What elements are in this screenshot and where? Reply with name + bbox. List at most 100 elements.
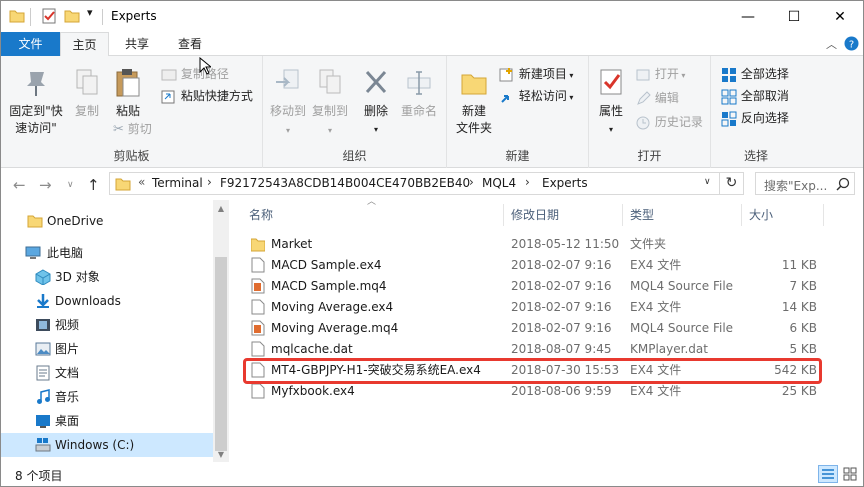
close-button[interactable]: ✕	[817, 1, 863, 32]
list-item[interactable]: MACD Sample.ex4 2018-02-07 9:16 EX4 文件 1…	[245, 255, 823, 276]
list-item[interactable]: Market 2018-05-12 11:50 文件夹	[245, 234, 823, 255]
nav-scroll-thumb[interactable]	[215, 257, 227, 451]
select-all-icon	[722, 67, 736, 82]
file-size: 14 KB	[781, 300, 817, 314]
easy-access-button[interactable]: 轻松访问 ▾	[499, 86, 573, 106]
window-title: Experts	[111, 9, 157, 23]
nav-music[interactable]: 音乐	[1, 385, 213, 409]
move-to-button[interactable]: 移动到 ▾	[267, 68, 309, 139]
list-item[interactable]: mqlcache.dat 2018-08-07 9:45 KMPlayer.da…	[245, 339, 823, 360]
properties-icon[interactable]	[41, 8, 57, 24]
copy-to-button[interactable]: 复制到 ▾	[309, 68, 351, 139]
refresh-icon[interactable]: ↻	[720, 172, 744, 195]
maximize-button[interactable]: ☐	[771, 1, 817, 32]
title-bar: ▾ Experts — ☐ ✕	[1, 1, 863, 32]
paste-button[interactable]: 粘贴	[107, 68, 149, 120]
ribbon-tabs: 文件 主页 共享 查看 ︿ ?	[1, 32, 863, 57]
nav-label: Windows (C:)	[55, 438, 135, 452]
copy-button[interactable]: 复制	[67, 68, 107, 120]
list-item[interactable]: MACD Sample.mq4 2018-02-07 9:16 MQL4 Sou…	[245, 276, 823, 297]
collapse-ribbon-icon[interactable]: ︿	[826, 36, 837, 52]
breadcrumb-chevron-icon[interactable]: ›	[207, 175, 212, 189]
tab-view[interactable]: 查看	[165, 32, 215, 56]
history-button[interactable]: 历史记录	[635, 112, 703, 132]
address-dropdown-icon[interactable]: ∨	[704, 177, 711, 187]
nav-label: 图片	[55, 342, 80, 356]
minimize-button[interactable]: —	[725, 1, 771, 32]
new-folder-button[interactable]: 新建 文件夹	[451, 68, 497, 137]
list-item[interactable]: Moving Average.ex4 2018-02-07 9:16 EX4 文…	[245, 297, 823, 318]
drive-icon	[35, 438, 51, 452]
up-arrow-icon[interactable]: ↑	[87, 176, 100, 194]
list-item[interactable]: Myfxbook.ex4 2018-08-06 9:59 EX4 文件 25 K…	[245, 381, 823, 402]
breadcrumb-overflow[interactable]: «	[138, 175, 145, 189]
paste-shortcut-button[interactable]: 粘贴快捷方式	[161, 86, 253, 106]
back-arrow-icon[interactable]: ←	[13, 176, 26, 194]
select-all-button[interactable]: 全部选择	[721, 64, 789, 84]
cut-label: 剪切	[127, 122, 152, 136]
nav-documents[interactable]: 文档	[1, 361, 213, 385]
history-label: 历史记录	[654, 115, 703, 129]
pin-quick-access-button[interactable]: 固定到"快 速访问"	[5, 68, 67, 137]
open-button[interactable]: 打开 ▾	[635, 64, 685, 84]
search-icon	[836, 177, 850, 191]
cut-button[interactable]: ✂ 剪切	[113, 119, 152, 139]
new-folder-icon[interactable]	[64, 8, 80, 24]
list-item[interactable]: Moving Average.mq4 2018-02-07 9:16 MQL4 …	[245, 318, 823, 339]
edit-button[interactable]: 编辑	[635, 88, 679, 108]
easy-access-label: 轻松访问	[518, 89, 567, 103]
invert-selection-icon	[721, 111, 737, 126]
details-view-button[interactable]	[818, 465, 838, 483]
new-item-button[interactable]: 新建项目 ▾	[499, 64, 573, 84]
nav-label: 音乐	[55, 390, 80, 404]
column-size[interactable]: 大小	[749, 200, 773, 230]
scroll-up-icon[interactable]: ▲	[213, 204, 229, 213]
breadcrumb-terminal-id[interactable]: F92172543A8CDB14B004CE470BB2EB40	[220, 176, 470, 190]
organize-group: 移动到 ▾ 复制到 ▾ 删除 ▾ 重命名 组织	[263, 56, 447, 168]
recent-locations-icon[interactable]: ∨	[67, 180, 74, 190]
nav-scrollbar[interactable]: ▲ ▼	[213, 200, 229, 462]
column-type[interactable]: 类型	[630, 200, 654, 230]
breadcrumb-chevron-icon[interactable]: ›	[469, 175, 474, 189]
paste-shortcut-icon	[161, 90, 175, 103]
nav-windows-c[interactable]: Windows (C:)	[1, 433, 213, 457]
nav-downloads[interactable]: Downloads	[1, 289, 213, 313]
large-icons-view-button[interactable]	[840, 465, 860, 483]
column-name[interactable]: 名称	[249, 200, 273, 230]
search-box[interactable]: 搜索"Exp...	[755, 172, 855, 195]
tab-share[interactable]: 共享	[113, 32, 161, 56]
breadcrumb-mql4[interactable]: MQL4	[482, 176, 516, 190]
file-type: MQL4 Source File	[630, 321, 734, 335]
invert-selection-button[interactable]: 反向选择	[721, 108, 789, 128]
computer-icon	[25, 246, 41, 259]
breadcrumb-experts[interactable]: Experts	[542, 176, 588, 190]
select-none-label: 全部取消	[740, 89, 789, 103]
scissors-icon: ✂	[113, 121, 124, 137]
nav-label: 视频	[55, 318, 80, 332]
breadcrumb-chevron-icon[interactable]: ›	[525, 175, 530, 189]
select-none-button[interactable]: 全部取消	[721, 86, 789, 106]
copy-path-button[interactable]: 复制路径	[161, 64, 229, 84]
tab-file[interactable]: 文件	[1, 32, 60, 56]
nav-label: 此电脑	[47, 246, 84, 260]
copy-to-icon	[319, 69, 341, 94]
help-icon[interactable]: ?	[844, 36, 859, 51]
scroll-down-icon[interactable]: ▼	[213, 450, 229, 459]
nav-desktop[interactable]: 桌面	[1, 409, 213, 433]
address-bar[interactable]: « Terminal › F92172543A8CDB14B004CE470BB…	[109, 172, 720, 195]
breadcrumb-terminal[interactable]: Terminal	[152, 176, 203, 190]
properties-button[interactable]: 属性 ▾	[593, 68, 629, 138]
nav-3d-objects[interactable]: 3D 对象	[1, 265, 213, 289]
column-date[interactable]: 修改日期	[511, 200, 559, 230]
new-folder-label-1: 新建	[461, 104, 486, 118]
nav-pictures[interactable]: 图片	[1, 337, 213, 361]
rename-button[interactable]: 重命名	[397, 68, 441, 120]
nav-videos[interactable]: 视频	[1, 313, 213, 337]
address-folder-icon	[115, 178, 131, 191]
customize-qat-icon[interactable]: ▾	[87, 6, 93, 19]
nav-onedrive[interactable]: OneDrive	[1, 209, 213, 233]
tab-home[interactable]: 主页	[60, 32, 109, 57]
delete-button[interactable]: 删除 ▾	[359, 68, 393, 138]
forward-arrow-icon[interactable]: →	[39, 176, 52, 194]
nav-this-pc[interactable]: 此电脑	[1, 241, 213, 265]
